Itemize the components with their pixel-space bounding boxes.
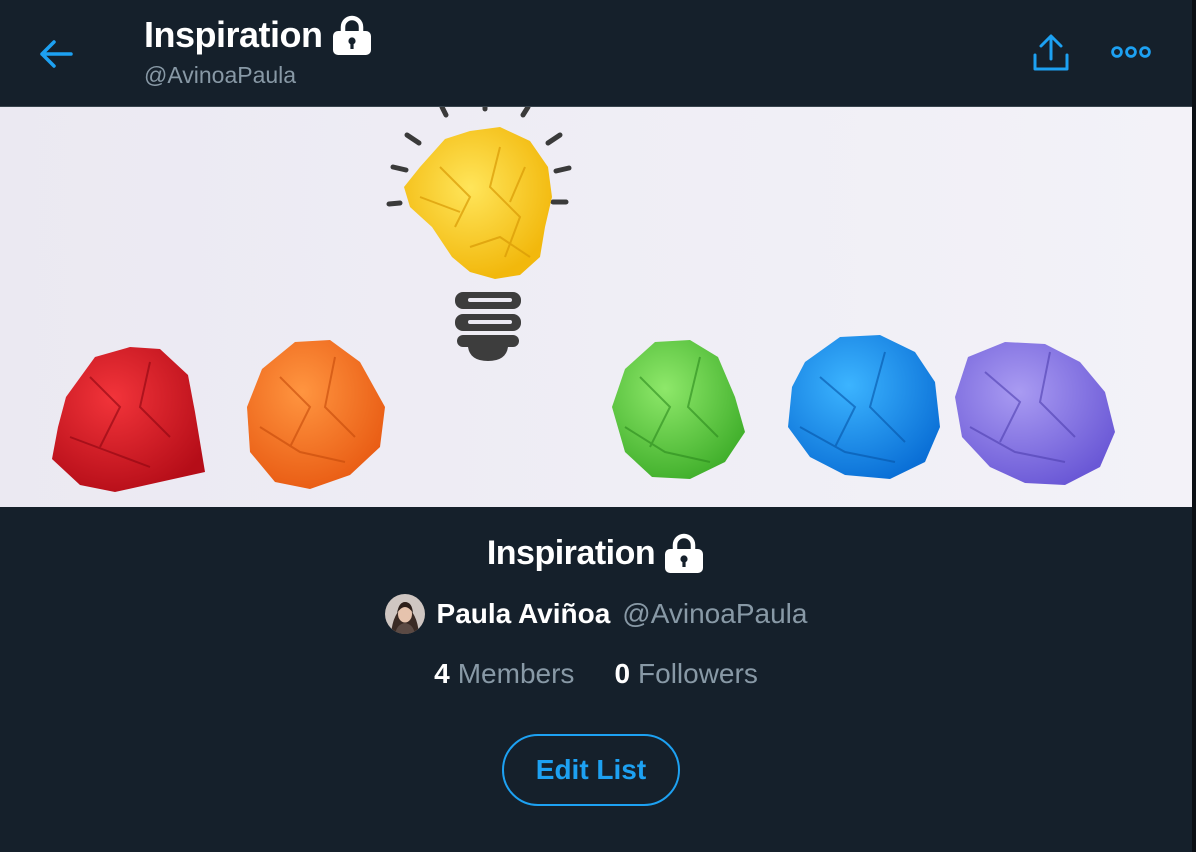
more-button[interactable]	[1108, 32, 1154, 72]
followers-label: Followers	[638, 658, 758, 689]
top-bar: Inspiration @AvinoaPaula	[0, 0, 1192, 107]
members-count: 4	[434, 658, 450, 689]
header-title-block: Inspiration @AvinoaPaula	[144, 12, 373, 90]
lock-icon	[663, 533, 705, 573]
header-title: Inspiration	[144, 12, 373, 58]
list-details: Inspiration Paula Aviñoa @AvinoaPaula 4 …	[0, 507, 1192, 852]
list-banner-image	[0, 107, 1192, 507]
header-title-text: Inspiration	[144, 14, 323, 55]
arrow-left-icon	[40, 40, 73, 68]
share-icon	[1033, 34, 1069, 71]
members-label: Members	[457, 658, 575, 689]
lock-icon	[331, 15, 373, 55]
list-owner: Paula Aviñoa @AvinoaPaula	[0, 594, 1192, 634]
edit-list-button[interactable]: Edit List	[502, 734, 680, 806]
back-button[interactable]	[36, 34, 76, 74]
followers-link[interactable]: 0 Followers	[614, 654, 757, 694]
list-page: Inspiration @AvinoaPaula Inspiration Pau…	[0, 0, 1196, 852]
header-handle: @AvinoaPaula	[144, 62, 297, 88]
list-title: Inspiration	[0, 531, 1192, 575]
owner-handle[interactable]: @AvinoaPaula	[622, 594, 807, 634]
list-stats: 4 Members 0 Followers	[0, 654, 1192, 694]
list-title-text: Inspiration	[486, 534, 656, 572]
avatar[interactable]	[384, 594, 425, 634]
members-link[interactable]: 4 Members	[434, 654, 574, 694]
more-horizontal-icon	[1111, 46, 1151, 58]
followers-count: 0	[614, 658, 631, 689]
owner-name[interactable]: Paula Aviñoa	[437, 594, 611, 634]
share-button[interactable]	[1028, 30, 1074, 76]
window-edge	[1192, 0, 1196, 852]
